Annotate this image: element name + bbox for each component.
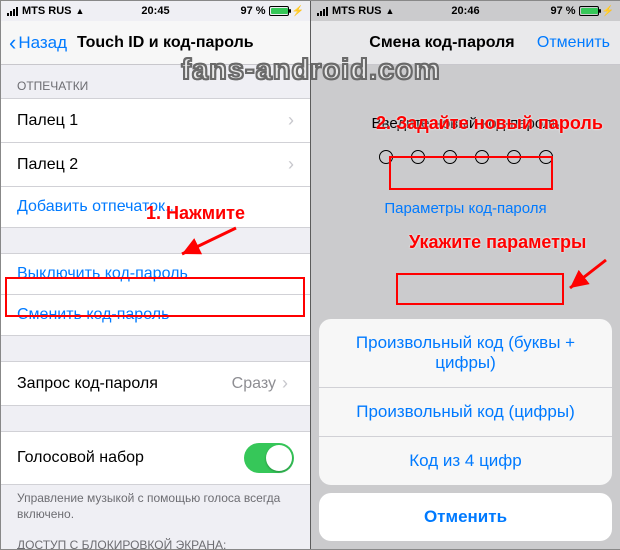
signal-icon	[7, 7, 18, 16]
back-label: Назад	[18, 33, 67, 53]
section-header-prints: ОТПЕЧАТКИ	[1, 65, 310, 99]
status-time: 20:46	[416, 5, 515, 17]
status-bar: MTS RUS 20:46 97 % ⚡	[311, 1, 620, 21]
row-finger-1[interactable]: Палец 1 ›	[1, 98, 310, 143]
action-sheet: Произвольный код (буквы + цифры) Произво…	[319, 319, 612, 541]
page-title: Смена код-пароля	[357, 34, 527, 52]
nav-header: ‹ Назад Touch ID и код-пароль	[1, 21, 310, 65]
cancel-button[interactable]: Отменить	[527, 34, 620, 52]
row-value: Сразу	[232, 375, 276, 393]
passcode-dot	[475, 150, 489, 164]
chevron-right-icon: ›	[288, 154, 294, 175]
passcode-dots[interactable]	[311, 150, 620, 164]
row-turn-off-passcode[interactable]: Выключить код-пароль	[1, 253, 310, 295]
passcode-dot	[443, 150, 457, 164]
footer-voice: Управление музыкой с помощью голоса всег…	[1, 485, 310, 532]
sheet-option-alnum[interactable]: Произвольный код (буквы + цифры)	[319, 319, 612, 387]
row-finger-2[interactable]: Палец 2 ›	[1, 142, 310, 187]
bolt-icon: ⚡	[292, 6, 304, 17]
chevron-right-icon: ›	[288, 110, 294, 131]
passcode-dot	[379, 150, 393, 164]
sheet-option-4digit[interactable]: Код из 4 цифр	[319, 436, 612, 485]
wifi-icon	[386, 5, 395, 17]
passcode-options-link[interactable]: Параметры код-пароля	[370, 192, 560, 225]
carrier-label: MTS RUS	[22, 5, 72, 17]
battery-charging-icon	[269, 6, 289, 16]
row-change-passcode[interactable]: Сменить код-пароль	[1, 294, 310, 336]
passcode-prompt: Введите новый код-пароль	[311, 115, 620, 132]
row-label: Добавить отпечаток...	[17, 198, 178, 216]
passcode-dot	[411, 150, 425, 164]
sheet-cancel-button[interactable]: Отменить	[319, 493, 612, 541]
phone-left: MTS RUS 20:45 97 % ⚡ ‹ Назад Touch ID и …	[1, 1, 310, 549]
passcode-dot	[507, 150, 521, 164]
status-bar: MTS RUS 20:45 97 % ⚡	[1, 1, 310, 21]
battery-pct: 97 %	[550, 5, 575, 17]
row-label: Голосовой набор	[17, 449, 144, 467]
phone-right: MTS RUS 20:46 97 % ⚡ . Смена код-пароля …	[311, 1, 620, 549]
row-voice-dial[interactable]: Голосовой набор	[1, 431, 310, 485]
wifi-icon	[76, 5, 85, 17]
carrier-label: MTS RUS	[332, 5, 382, 17]
battery-pct: 97 %	[240, 5, 265, 17]
nav-header: . Смена код-пароля Отменить	[311, 21, 620, 65]
battery-charging-icon	[579, 6, 599, 16]
row-label: Палец 2	[17, 156, 78, 174]
row-label: Палец 1	[17, 112, 78, 130]
sheet-option-numeric[interactable]: Произвольный код (цифры)	[319, 387, 612, 436]
row-add-fingerprint[interactable]: Добавить отпечаток...	[1, 186, 310, 228]
section-header-lockaccess: ДОСТУП С БЛОКИРОВКОЙ ЭКРАНА:	[1, 532, 310, 549]
status-time: 20:45	[106, 5, 205, 17]
chevron-right-icon: ›	[282, 373, 288, 394]
row-label: Запрос код-пароля	[17, 375, 158, 393]
bolt-icon: ⚡	[602, 6, 614, 17]
page-title: Touch ID и код-пароль	[75, 34, 310, 52]
signal-icon	[317, 7, 328, 16]
back-button[interactable]: ‹ Назад	[1, 33, 75, 53]
switch-on-icon[interactable]	[244, 443, 294, 473]
row-label: Выключить код-пароль	[17, 265, 188, 283]
row-label: Сменить код-пароль	[17, 306, 169, 324]
row-require-passcode[interactable]: Запрос код-пароля Сразу ›	[1, 361, 310, 406]
passcode-dot	[539, 150, 553, 164]
